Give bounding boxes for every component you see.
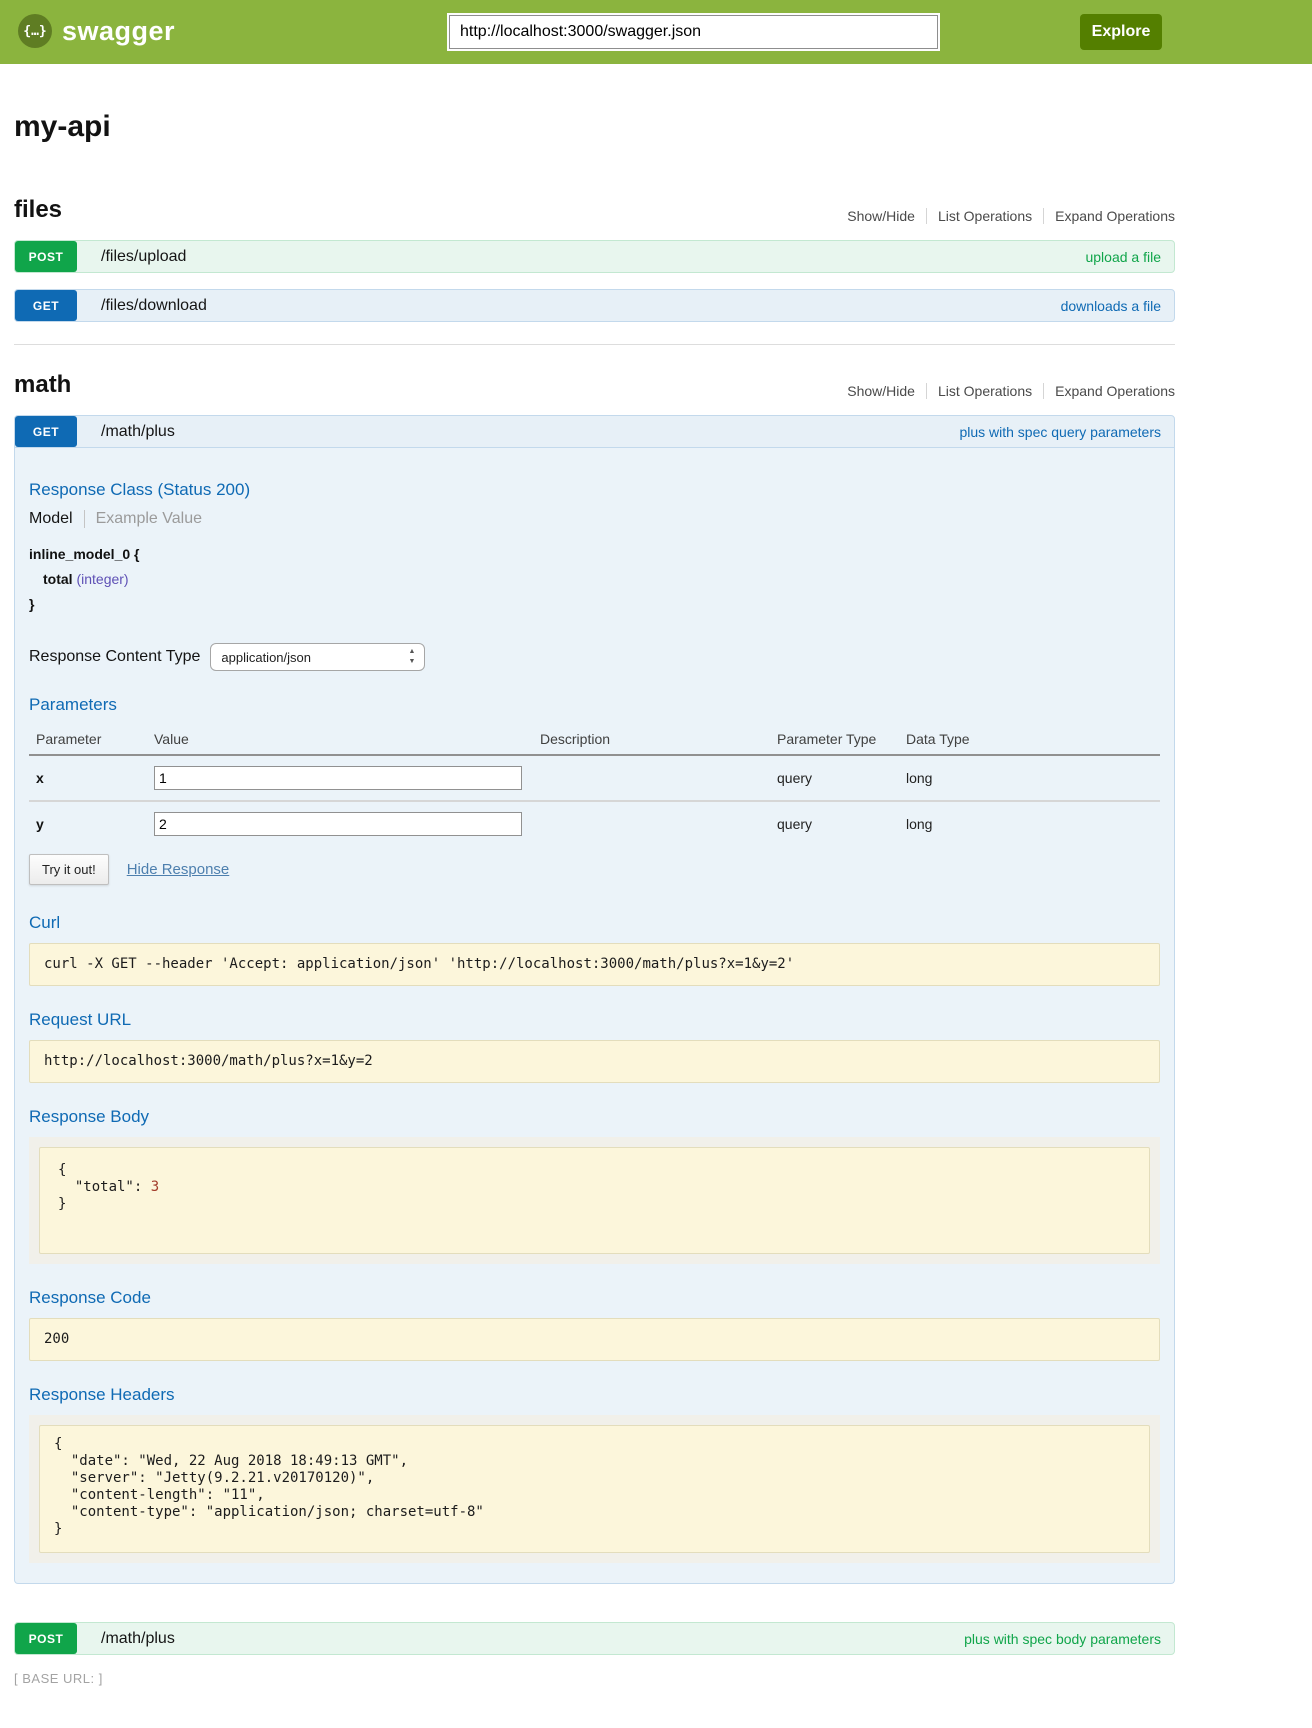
expand-operations-link[interactable]: Expand Operations [1043,383,1175,399]
spec-url-input[interactable] [449,15,938,49]
section-links-math: Show/Hide List Operations Expand Operati… [836,383,1175,399]
response-class-heading: Response Class (Status 200) [29,480,1160,500]
curl-heading: Curl [29,913,1160,933]
brand[interactable]: {…} swagger [18,14,175,48]
response-body-heading: Response Body [29,1107,1160,1127]
list-operations-link[interactable]: List Operations [926,208,1043,224]
response-code-heading: Response Code [29,1288,1160,1308]
param-data-type: long [906,816,1160,832]
param-value-input-x[interactable] [154,766,522,790]
param-name: x [29,770,154,786]
response-body: { "total": 3 } [39,1147,1150,1254]
parameters-table: Parameter Value Description Parameter Ty… [29,725,1160,846]
section-title-files: files [14,196,62,224]
response-content-type-select[interactable]: application/json ▲▼ [210,643,425,671]
http-method-badge: GET [15,416,77,447]
swagger-logo-icon: {…} [18,14,52,48]
section-header-files: files Show/Hide List Operations Expand O… [14,196,1175,224]
col-parameter: Parameter [29,731,154,747]
col-data-type: Data Type [906,731,1160,747]
request-url-heading: Request URL [29,1010,1160,1030]
op-path[interactable]: /files/download [101,297,207,315]
try-row: Try it out! Hide Response [29,854,1160,885]
param-value-input-y[interactable] [154,812,522,836]
op-summary-link[interactable]: plus with spec query parameters [959,424,1161,440]
select-arrows-icon: ▲▼ [408,647,415,667]
header-bar: {…} swagger Explore [0,0,1312,64]
response-headers: { "date": "Wed, 22 Aug 2018 18:49:13 GMT… [39,1425,1150,1553]
col-description: Description [540,731,777,747]
param-name: y [29,816,154,832]
op-row-post-math-plus[interactable]: POST /math/plus plus with spec body para… [14,1622,1175,1655]
http-method-badge: POST [15,241,77,272]
response-content-type-label: Response Content Type [29,648,200,666]
op-row-post-files-upload[interactable]: POST /files/upload upload a file [14,240,1175,273]
col-value: Value [154,731,540,747]
param-data-type: long [906,770,1160,786]
show-hide-link[interactable]: Show/Hide [836,208,926,224]
response-body-suffix: } [58,1196,66,1212]
op-row-get-files-download[interactable]: GET /files/download downloads a file [14,289,1175,322]
parameters-heading: Parameters [29,695,1160,715]
list-operations-link[interactable]: List Operations [926,383,1043,399]
param-row-y: y query long [29,802,1160,846]
brand-title: swagger [62,16,175,47]
request-url: http://localhost:3000/math/plus?x=1&y=2 [29,1040,1160,1083]
response-headers-wrap: { "date": "Wed, 22 Aug 2018 18:49:13 GMT… [29,1415,1160,1563]
op-summary-link[interactable]: downloads a file [1061,298,1161,314]
response-body-value: 3 [151,1179,159,1195]
response-body-prefix: { "total": [58,1162,151,1195]
param-type: query [777,816,906,832]
op-summary-link[interactable]: upload a file [1085,249,1161,265]
model-open-line: inline_model_0 { [29,542,1160,567]
section-links-files: Show/Hide List Operations Expand Operati… [836,208,1175,224]
param-type: query [777,770,906,786]
op-summary-link[interactable]: plus with spec body parameters [964,1631,1161,1647]
show-hide-link[interactable]: Show/Hide [836,383,926,399]
parameters-table-header: Parameter Value Description Parameter Ty… [29,725,1160,756]
response-body-wrap: { "total": 3 } [29,1137,1160,1264]
http-method-badge: POST [15,1623,77,1654]
model-signature: inline_model_0 { total (integer) } [29,542,1160,617]
tab-model[interactable]: Model [29,510,85,528]
op-row-get-math-plus[interactable]: GET /math/plus plus with spec query para… [14,415,1175,448]
model-close-line: } [29,592,1160,617]
response-code: 200 [29,1318,1160,1361]
param-row-x: x query long [29,756,1160,802]
response-content-type-value: application/json [221,650,311,665]
page-title: my-api [14,110,1175,144]
tab-example-value[interactable]: Example Value [85,510,202,528]
response-content-type-row: Response Content Type application/json ▲… [29,643,1160,671]
hide-response-link[interactable]: Hide Response [127,861,230,878]
http-method-badge: GET [15,290,77,321]
property-name: total [43,571,73,587]
col-parameter-type: Parameter Type [777,731,906,747]
section-header-math: math Show/Hide List Operations Expand Op… [14,371,1175,399]
property-type: (integer) [76,571,128,587]
operation-detail-panel: Response Class (Status 200) Model Exampl… [14,448,1175,1584]
expand-operations-link[interactable]: Expand Operations [1043,208,1175,224]
model-tabs: Model Example Value [29,510,1160,528]
section-title-math: math [14,371,71,399]
response-headers-heading: Response Headers [29,1385,1160,1405]
curl-command: curl -X GET --header 'Accept: applicatio… [29,943,1160,986]
try-it-out-button[interactable]: Try it out! [29,854,109,885]
op-path[interactable]: /files/upload [101,248,186,266]
explore-button[interactable]: Explore [1080,14,1162,50]
base-url-label: [ BASE URL: ] [14,1671,1175,1686]
model-property: total (integer) [29,567,1160,592]
section-divider [14,344,1175,345]
op-path[interactable]: /math/plus [101,1630,175,1648]
op-path[interactable]: /math/plus [101,423,175,441]
